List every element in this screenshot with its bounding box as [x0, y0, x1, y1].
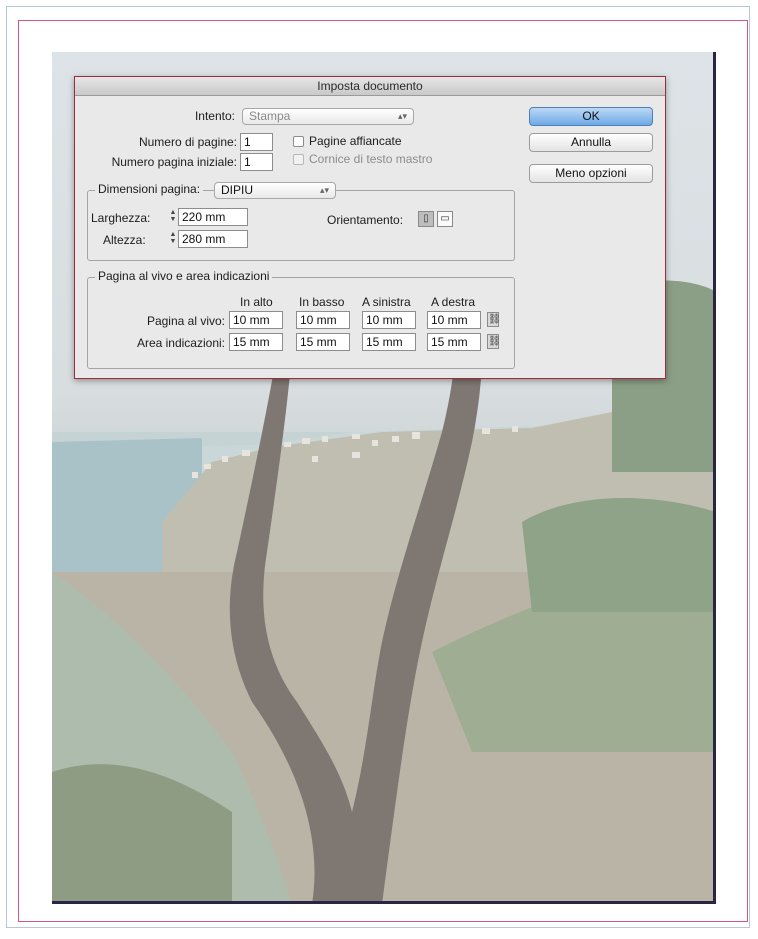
- master-text-frame-label: Cornice di testo mastro: [309, 152, 433, 166]
- num-pages-label: Numero di pagine:: [138, 135, 237, 149]
- orientation-label: Orientamento:: [327, 213, 404, 227]
- slug-row-label: Area indicazioni:: [136, 336, 225, 350]
- facing-pages-label: Pagine affiancate: [309, 134, 402, 148]
- width-label: Larghezza:: [91, 211, 151, 225]
- bleed-top-input[interactable]: 10 mm: [229, 311, 283, 329]
- slug-bottom-input[interactable]: 15 mm: [296, 333, 350, 351]
- page-size-select[interactable]: DIPIU ▴▾: [214, 182, 336, 199]
- width-input[interactable]: 220 mm: [178, 208, 248, 226]
- width-stepper-icon[interactable]: ▲ ▼: [169, 209, 177, 225]
- height-label: Altezza:: [103, 233, 146, 247]
- column-header-left: A sinistra: [362, 295, 411, 309]
- bleed-bottom-input[interactable]: 10 mm: [296, 311, 350, 329]
- height-stepper-icon[interactable]: ▲ ▼: [169, 231, 177, 247]
- start-page-label: Numero pagina iniziale:: [111, 155, 237, 169]
- slug-right-input[interactable]: 15 mm: [427, 333, 481, 351]
- dialog-title: Imposta documento: [75, 77, 665, 96]
- document-setup-dialog: Imposta documento Intento: Stampa ▴▾ Num…: [74, 76, 666, 379]
- page-size-label: Dimensioni pagina:: [95, 182, 204, 196]
- column-header-bottom: In basso: [299, 295, 345, 309]
- slug-left-input[interactable]: 15 mm: [362, 333, 416, 351]
- select-arrows-icon: ▴▾: [319, 185, 329, 195]
- master-text-frame-checkbox[interactable]: [293, 154, 304, 165]
- slug-top-input[interactable]: 15 mm: [229, 333, 283, 351]
- intent-value: Stampa: [249, 109, 291, 123]
- column-header-right: A destra: [431, 295, 476, 309]
- ok-button[interactable]: OK: [529, 107, 653, 126]
- intent-select[interactable]: Stampa ▴▾: [242, 108, 414, 125]
- bleed-left-input[interactable]: 10 mm: [362, 311, 416, 329]
- bleed-row-label: Pagina al vivo:: [146, 314, 225, 328]
- facing-pages-checkbox[interactable]: [293, 136, 304, 147]
- select-arrows-icon: ▴▾: [397, 111, 407, 121]
- bleed-right-input[interactable]: 10 mm: [427, 311, 481, 329]
- page-size-value: DIPIU: [221, 183, 254, 197]
- cancel-button[interactable]: Annulla: [529, 133, 653, 152]
- intent-label: Intento:: [194, 109, 235, 123]
- num-pages-input[interactable]: 1: [240, 133, 273, 151]
- portrait-orientation-icon[interactable]: ▯: [418, 211, 434, 227]
- fewer-options-button[interactable]: Meno opzioni: [529, 164, 653, 183]
- slug-link-icon[interactable]: ⛓: [487, 334, 501, 349]
- start-page-input[interactable]: 1: [240, 153, 273, 171]
- bleed-link-icon[interactable]: ⛓: [487, 312, 501, 327]
- column-header-top: In alto: [240, 295, 273, 309]
- height-input[interactable]: 280 mm: [178, 230, 248, 248]
- landscape-orientation-icon[interactable]: ▭: [437, 211, 453, 227]
- bleed-slug-label: Pagina al vivo e area indicazioni: [95, 269, 273, 283]
